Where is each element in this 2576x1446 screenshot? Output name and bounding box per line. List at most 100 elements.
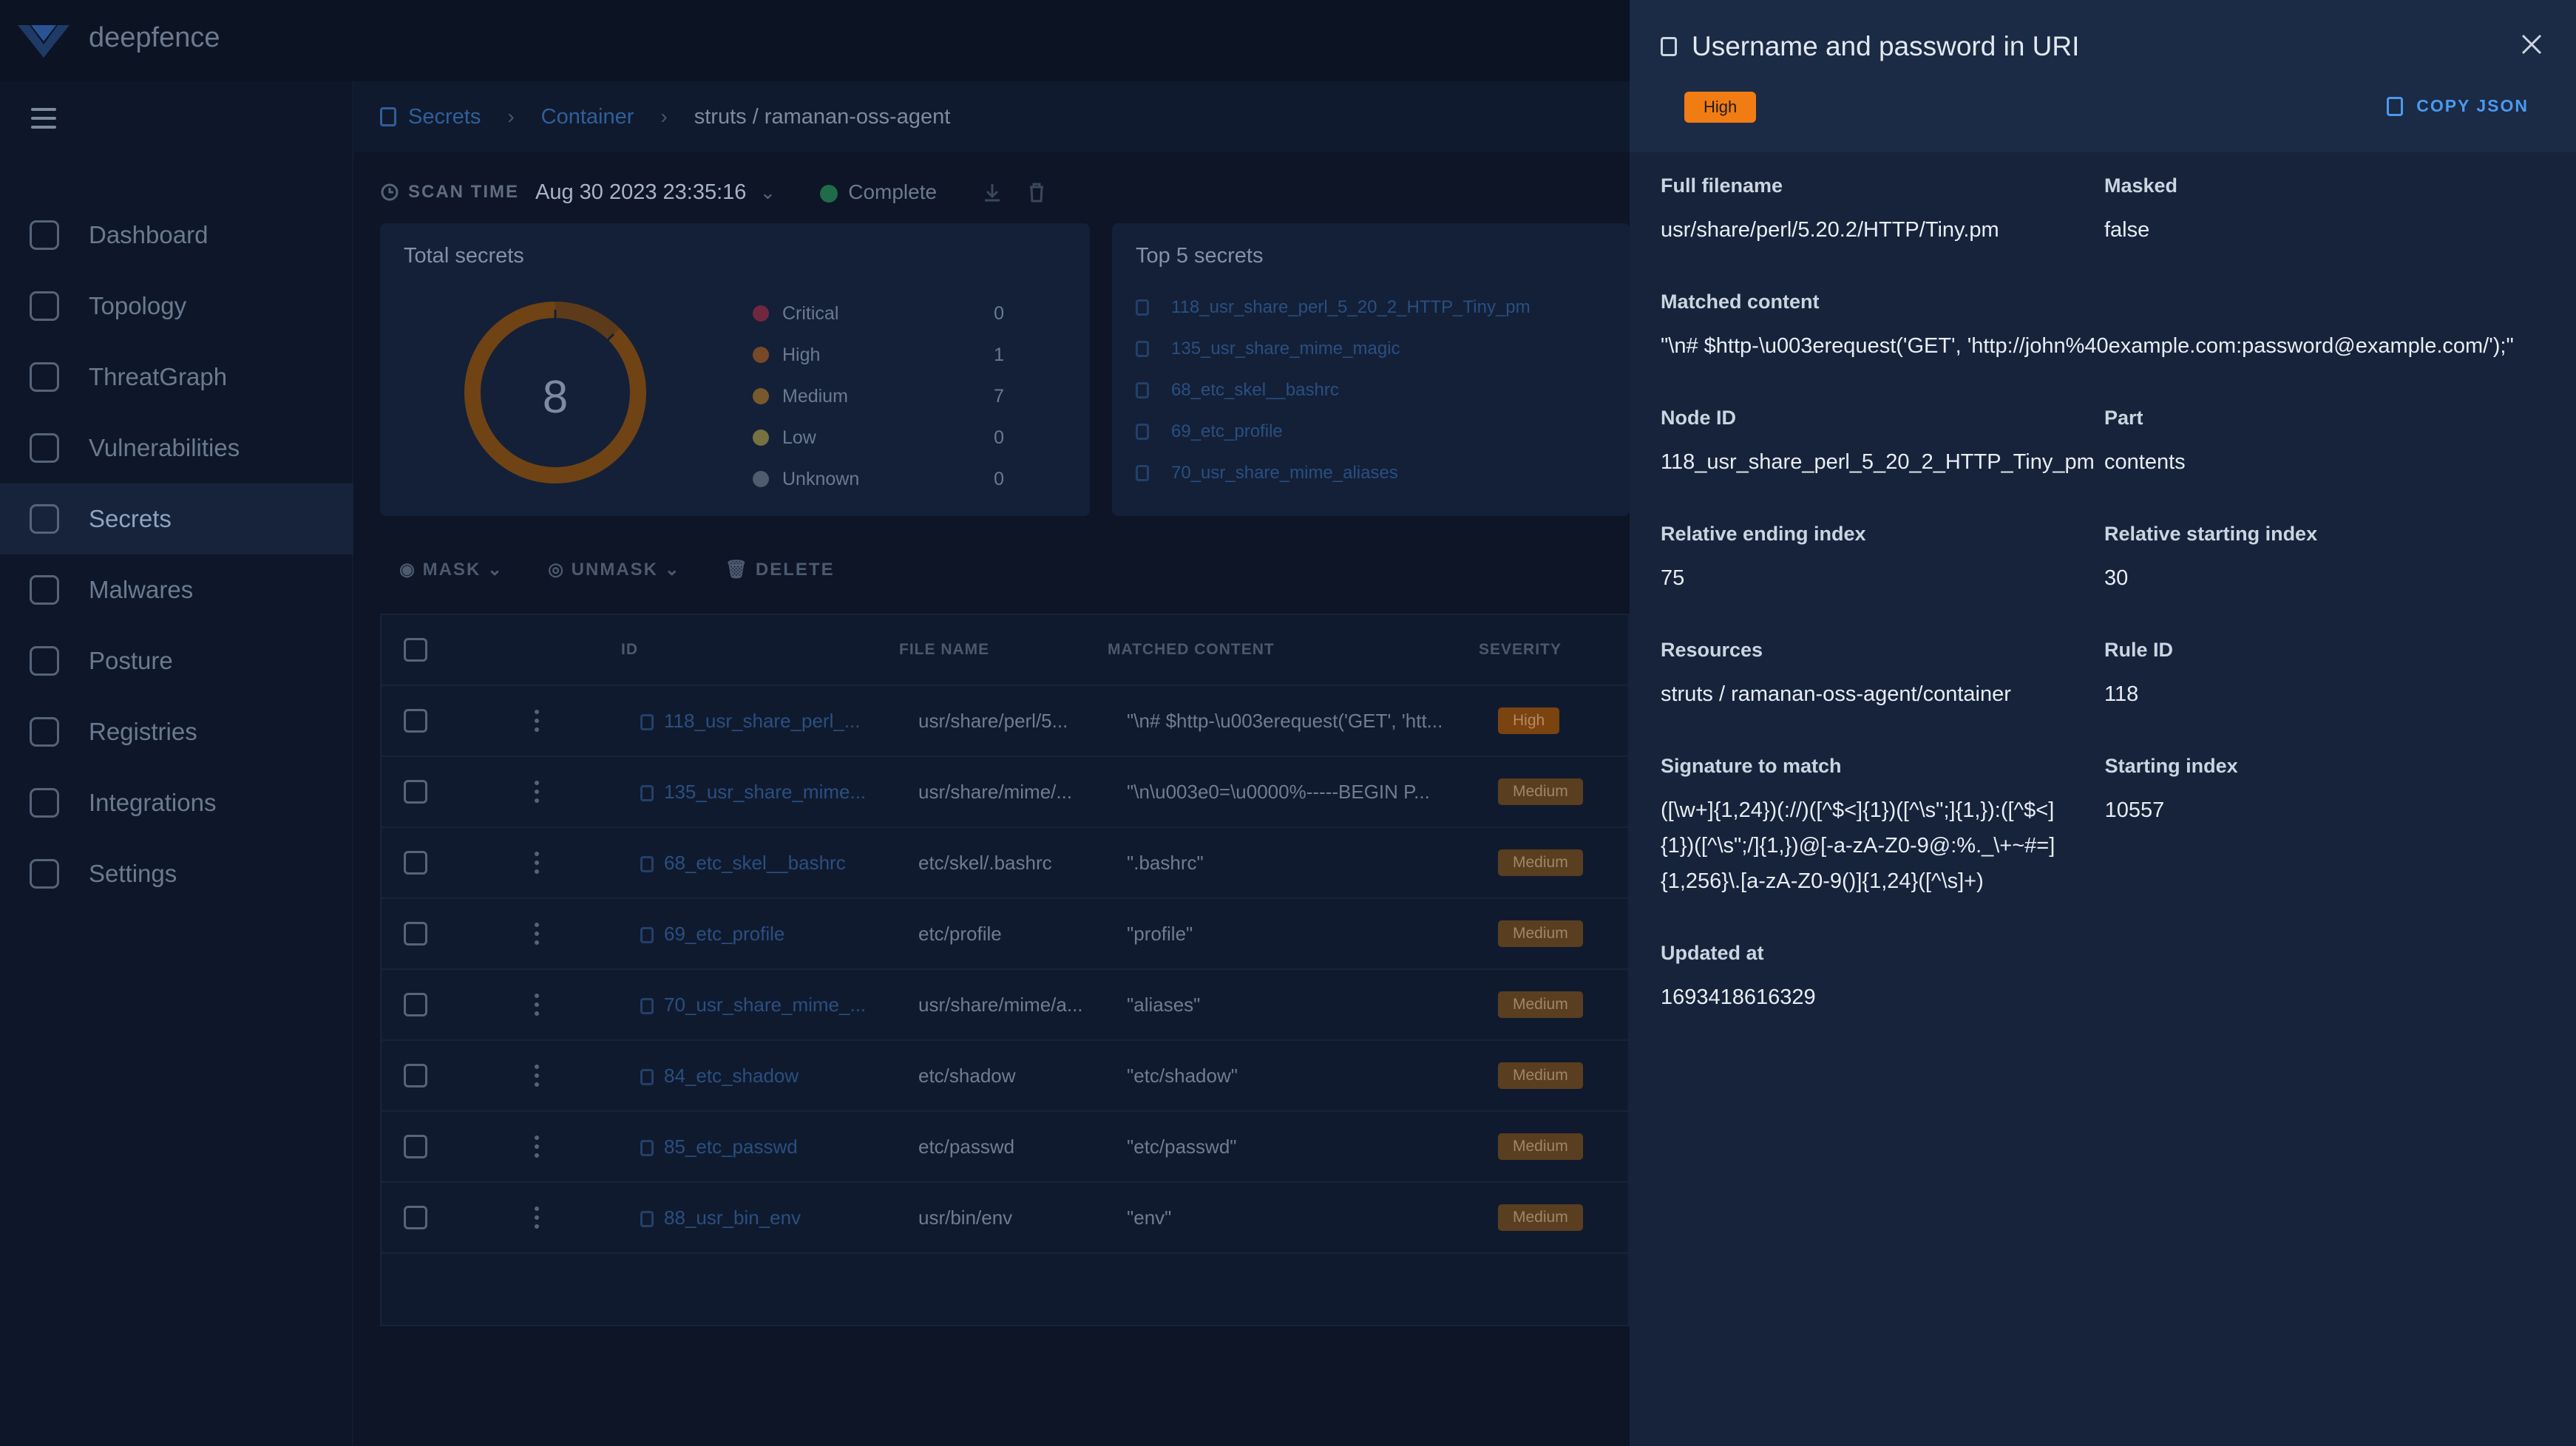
- legend-item[interactable]: Medium 7: [753, 376, 1004, 417]
- sidebar-item-label: Topology: [89, 292, 187, 319]
- top-bar: deepfence: [0, 0, 1630, 81]
- row-matched-content: "aliases": [1127, 993, 1201, 1016]
- row-id-link[interactable]: 70_usr_share_mime_...: [640, 994, 918, 1016]
- row-id: 70_usr_share_mime_...: [664, 993, 867, 1016]
- row-checkbox[interactable]: [404, 780, 427, 804]
- row-actions-icon[interactable]: [534, 991, 540, 1018]
- dashboard-icon: [30, 220, 59, 250]
- download-icon[interactable]: [981, 181, 1003, 203]
- copy-json-label: COPY JSON: [2416, 96, 2529, 115]
- column-file-name[interactable]: FILE NAME: [899, 641, 1108, 659]
- sidebar-item-label: Integrations: [89, 789, 217, 816]
- topology-icon: [30, 291, 59, 321]
- legend-label: Low: [782, 427, 816, 448]
- row-actions-icon[interactable]: [534, 1204, 540, 1231]
- sidebar-item-registries[interactable]: Registries: [0, 696, 353, 767]
- deepfence-logo-icon: [18, 25, 70, 58]
- select-all-checkbox[interactable]: [404, 638, 427, 662]
- row-id-link[interactable]: 85_etc_passwd: [640, 1136, 918, 1158]
- legend-item[interactable]: High 1: [753, 334, 1004, 376]
- sidebar-item-label: Vulnerabilities: [89, 434, 240, 461]
- sidebar-item-dashboard[interactable]: Dashboard: [0, 200, 353, 271]
- trash-icon[interactable]: [1026, 181, 1048, 203]
- sidebar-item-label: Malwares: [89, 576, 194, 603]
- scan-time-select[interactable]: Aug 30 2023 23:35:16: [535, 180, 746, 205]
- legend-item[interactable]: Low 0: [753, 417, 1004, 458]
- sidebar-item-settings[interactable]: Settings: [0, 838, 353, 909]
- field-updated-at: Updated at 1693418616329: [1661, 942, 2113, 1015]
- top5-item[interactable]: 68_etc_skel__bashrc: [1136, 370, 1531, 411]
- column-severity[interactable]: SEVERITY: [1479, 641, 1562, 659]
- top5-item-label: 135_usr_share_mime_magic: [1171, 339, 1400, 359]
- column-id[interactable]: ID: [621, 641, 899, 659]
- sidebar-item-malwares[interactable]: Malwares: [0, 554, 353, 625]
- sidebar-item-integrations[interactable]: Integrations: [0, 767, 353, 838]
- row-id-link[interactable]: 68_etc_skel__bashrc: [640, 852, 918, 875]
- legend-value: 1: [994, 344, 1004, 365]
- field-matched-content: Matched content "\n# $http-\u003erequest(…: [1661, 291, 2548, 364]
- sidebar-item-label: Settings: [89, 860, 177, 887]
- unmask-label: UNMASK: [571, 560, 658, 580]
- row-actions-icon[interactable]: [534, 849, 540, 876]
- row-checkbox[interactable]: [404, 1206, 427, 1229]
- row-id-link[interactable]: 135_usr_share_mime...: [640, 781, 918, 804]
- row-id-link[interactable]: 84_etc_shadow: [640, 1065, 918, 1087]
- breadcrumb-secrets[interactable]: Secrets: [408, 105, 481, 129]
- field-starting-index: Starting index 10557: [2105, 755, 2548, 899]
- sidebar-item-threatgraph[interactable]: ThreatGraph: [0, 342, 353, 413]
- mask-button[interactable]: ◉ MASK ⌄: [399, 559, 504, 580]
- sidebar-item-topology[interactable]: Topology: [0, 271, 353, 342]
- row-actions-icon[interactable]: [534, 778, 540, 805]
- chevron-down-icon[interactable]: ⌄: [759, 181, 776, 204]
- top5-item-label: 70_usr_share_mime_aliases: [1171, 463, 1398, 483]
- mask-label: MASK: [422, 560, 481, 580]
- row-file-name: usr/bin/env: [918, 1206, 1013, 1229]
- top5-item[interactable]: 69_etc_profile: [1136, 411, 1531, 452]
- row-checkbox[interactable]: [404, 1135, 427, 1158]
- row-checkbox[interactable]: [404, 993, 427, 1016]
- row-actions-icon[interactable]: [534, 707, 540, 734]
- field-resources: Resources struts / ramanan-oss-agent/cont…: [1661, 639, 2104, 712]
- severity-badge: Medium: [1498, 1133, 1583, 1160]
- row-actions-icon[interactable]: [534, 920, 540, 947]
- row-checkbox[interactable]: [404, 922, 427, 946]
- lock-icon: [640, 926, 654, 943]
- row-checkbox[interactable]: [404, 709, 427, 733]
- legend-label: High: [782, 344, 821, 365]
- scan-status: Complete: [820, 180, 937, 204]
- sidebar-item-secrets[interactable]: Secrets: [0, 483, 353, 554]
- row-id-link[interactable]: 69_etc_profile: [640, 923, 918, 946]
- column-matched-content[interactable]: MATCHED CONTENT: [1108, 641, 1479, 659]
- total-secrets-card: Total secrets 8 Critical 0 High 1 Medium 7 Low…: [380, 223, 1090, 516]
- row-checkbox[interactable]: [404, 851, 427, 875]
- breadcrumb-container[interactable]: Container: [541, 105, 634, 129]
- legend-item[interactable]: Unknown 0: [753, 458, 1004, 500]
- registry-icon: [30, 717, 59, 747]
- row-checkbox[interactable]: [404, 1064, 427, 1087]
- row-file-name: etc/shadow: [918, 1064, 1016, 1087]
- field-label: Signature to match: [1661, 755, 1842, 777]
- row-matched-content: "env": [1127, 1206, 1172, 1229]
- row-id: 118_usr_share_perl_...: [664, 709, 861, 732]
- menu-toggle-icon[interactable]: [31, 108, 56, 129]
- sidebar-item-vulnerabilities[interactable]: Vulnerabilities: [0, 413, 353, 483]
- table-row: 118_usr_share_perl_... usr/share/perl/5..…: [382, 686, 1628, 757]
- severity-badge: High: [1498, 707, 1560, 734]
- legend-item[interactable]: Critical 0: [753, 293, 1004, 334]
- close-icon[interactable]: [2518, 31, 2545, 58]
- row-actions-icon[interactable]: [534, 1133, 540, 1160]
- top5-item[interactable]: 135_usr_share_mime_magic: [1136, 328, 1531, 370]
- top5-item[interactable]: 118_usr_share_perl_5_20_2_HTTP_Tiny_pm: [1136, 287, 1531, 328]
- sidebar-item-label: Registries: [89, 718, 197, 745]
- unmask-button[interactable]: ◎ UNMASK ⌄: [548, 559, 681, 580]
- row-id-link[interactable]: 118_usr_share_perl_...: [640, 710, 918, 733]
- row-actions-icon[interactable]: [534, 1062, 540, 1089]
- top5-secrets-card: Top 5 secrets 118_usr_share_perl_5_20_2_…: [1112, 223, 1630, 516]
- top5-item[interactable]: 70_usr_share_mime_aliases: [1136, 452, 1531, 494]
- delete-button[interactable]: 🗑 DELETE: [725, 559, 835, 580]
- legend-dot: [753, 305, 769, 322]
- field-value: 118: [2104, 682, 2139, 706]
- sidebar-item-posture[interactable]: Posture: [0, 625, 353, 696]
- row-id-link[interactable]: 88_usr_bin_env: [640, 1206, 918, 1229]
- copy-json-button[interactable]: COPY JSON: [2387, 96, 2529, 116]
